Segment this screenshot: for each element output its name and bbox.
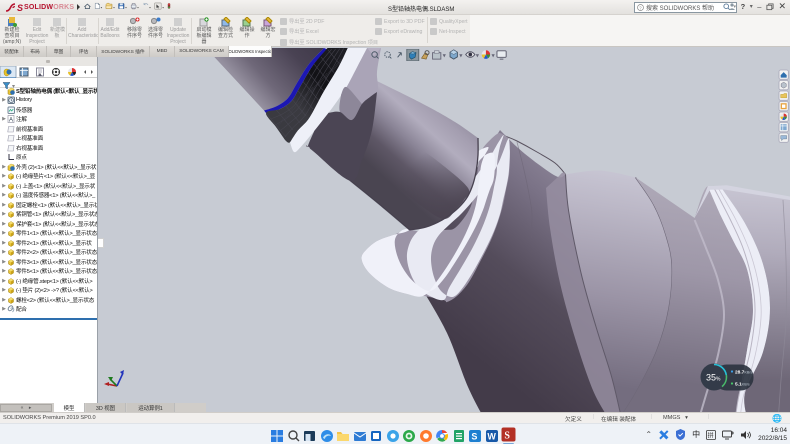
svg-text:▾: ▾: [491, 52, 494, 59]
svg-text:?: ?: [639, 5, 642, 10]
svg-text:拼: 拼: [708, 431, 714, 439]
svg-text:S: S: [471, 431, 477, 441]
svg-text:▾: ▾: [443, 52, 446, 59]
svg-text:▾: ▾: [101, 5, 103, 9]
svg-text:▾: ▾: [137, 5, 139, 9]
svg-text:S: S: [504, 430, 510, 441]
svg-text:▾: ▾: [476, 52, 479, 59]
svg-text:▾: ▾: [459, 52, 462, 59]
svg-text:W: W: [487, 431, 496, 441]
svg-text:▾: ▾: [149, 5, 151, 9]
svg-text:▾: ▾: [125, 5, 127, 9]
svg-text:▾: ▾: [162, 5, 164, 9]
svg-text:▾: ▾: [113, 5, 115, 9]
